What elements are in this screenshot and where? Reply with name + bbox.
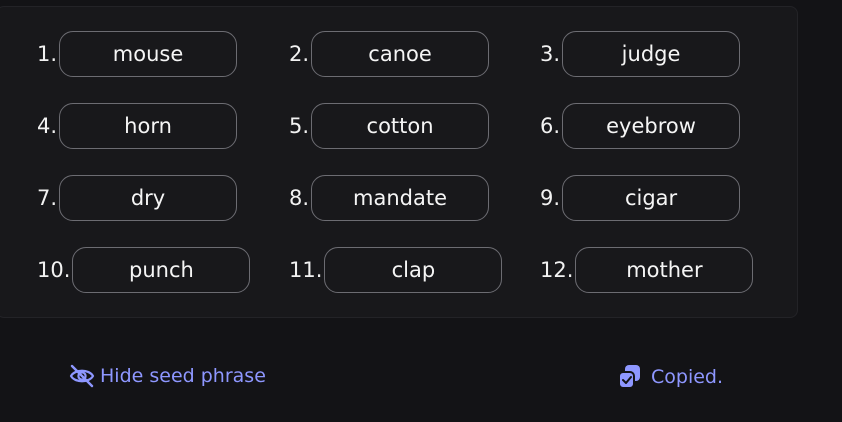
seed-word-6: 6. eyebrow: [540, 103, 741, 149]
seed-word-9: 9. cigar: [540, 175, 741, 221]
seed-word-7: 7. dry: [37, 175, 238, 221]
seed-word-index: 4.: [37, 114, 58, 138]
seed-word-pill: punch: [72, 247, 251, 293]
seed-word-4: 4. horn: [37, 103, 238, 149]
copy-icon: [617, 363, 643, 391]
seed-word-pill: eyebrow: [562, 103, 741, 149]
seed-word-1: 1. mouse: [37, 31, 238, 77]
seed-word-index: 7.: [37, 186, 58, 210]
seed-word-index: 3.: [540, 42, 561, 66]
seed-word-pill: dry: [59, 175, 238, 221]
seed-word-index: 6.: [540, 114, 561, 138]
seed-word-index: 12.: [540, 258, 574, 282]
seed-word-index: 10.: [37, 258, 71, 282]
seed-word-pill: horn: [59, 103, 238, 149]
seed-word-pill: cigar: [562, 175, 741, 221]
seed-word-pill: mandate: [311, 175, 490, 221]
seed-word-pill: judge: [562, 31, 741, 77]
seed-word-index: 1.: [37, 42, 58, 66]
eye-off-icon: [68, 363, 96, 389]
seed-word-pill: mouse: [59, 31, 238, 77]
seed-word-10: 10. punch: [37, 247, 251, 293]
seed-word-3: 3. judge: [540, 31, 741, 77]
hide-seed-phrase-label: Hide seed phrase: [100, 365, 266, 387]
seed-word-pill: cotton: [311, 103, 490, 149]
seed-word-index: 11.: [289, 258, 323, 282]
seed-word-index: 8.: [289, 186, 310, 210]
seed-word-8: 8. mandate: [289, 175, 490, 221]
seed-word-index: 2.: [289, 42, 310, 66]
seed-word-12: 12. mother: [540, 247, 754, 293]
seed-word-index: 5.: [289, 114, 310, 138]
hide-seed-phrase-button[interactable]: Hide seed phrase: [68, 363, 266, 389]
seed-word-5: 5. cotton: [289, 103, 490, 149]
copy-seed-phrase-button[interactable]: Copied.: [617, 363, 723, 391]
seed-word-pill: mother: [575, 247, 754, 293]
seed-word-11: 11. clap: [289, 247, 503, 293]
seed-word-2: 2. canoe: [289, 31, 490, 77]
seed-word-pill: clap: [324, 247, 503, 293]
seed-phrase-panel: 1. mouse 2. canoe 3. judge 4. horn 5. co…: [0, 6, 798, 318]
seed-word-pill: canoe: [311, 31, 490, 77]
copy-status-label: Copied.: [651, 366, 724, 388]
seed-word-index: 9.: [540, 186, 561, 210]
